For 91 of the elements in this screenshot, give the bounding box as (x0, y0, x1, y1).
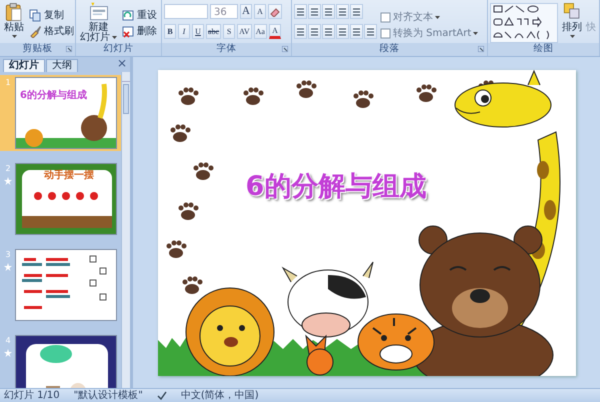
list-icon (296, 6, 305, 16)
ribbon-button[interactable]: 排列 (560, 2, 584, 43)
paw-print-icon (296, 80, 316, 98)
align-icon (338, 26, 347, 36)
launcher-icon[interactable] (282, 46, 288, 52)
reset-icon (122, 9, 135, 22)
slide-icon (88, 2, 108, 22)
list-icon (338, 6, 347, 16)
group-label: 字体 (216, 42, 236, 56)
paw-print-icon (166, 240, 186, 258)
format-button[interactable]: B (164, 24, 176, 39)
clipboard-icon (4, 2, 24, 22)
brush-icon (29, 25, 42, 38)
paragraph-button[interactable] (294, 4, 307, 19)
list-icon (324, 6, 333, 16)
slide-thumbnail[interactable]: 动手摆一摆 (15, 163, 117, 235)
align-icon (352, 26, 361, 36)
slide-number: 1 (5, 77, 11, 89)
caret-icon (473, 32, 478, 35)
group-label: 幻灯片 (104, 42, 134, 56)
check-icon (156, 391, 167, 400)
scrollbar[interactable] (121, 72, 130, 388)
ribbon-button[interactable]: 格式刷 (28, 24, 75, 39)
align-icon (324, 26, 333, 36)
ribbon-button[interactable]: 重设 (121, 8, 158, 23)
list-icon (352, 6, 361, 16)
paw-print-icon (416, 84, 436, 102)
caret-icon (435, 16, 440, 19)
fox-drawing (304, 334, 333, 375)
paragraph-button[interactable] (336, 24, 349, 39)
paragraph-button[interactable] (308, 4, 321, 19)
paw-print-icon (170, 124, 190, 142)
text-box-icon (380, 28, 391, 39)
thumbnail-title: 动手摆一摆 (44, 170, 94, 181)
font-size-button[interactable]: A (254, 4, 266, 19)
paw-print-icon (178, 202, 198, 220)
thumbnail-title: 6的分解与组成 (20, 90, 87, 101)
format-button[interactable]: U (192, 24, 204, 39)
pane-tab[interactable]: 幻灯片 (3, 59, 45, 72)
group-label: 段落 (380, 42, 400, 56)
paw-print-icon (353, 90, 373, 108)
slide-number: 3 (5, 249, 11, 261)
format-button[interactable]: AV (237, 24, 252, 39)
paragraph-button[interactable] (350, 24, 363, 39)
shapes-gallery[interactable] (490, 3, 558, 43)
slide-number: 2 (5, 163, 11, 175)
list-icon (310, 6, 319, 16)
format-button[interactable]: S (223, 24, 236, 39)
launcher-icon[interactable] (478, 46, 484, 52)
group-label: 绘图 (534, 42, 554, 56)
format-button[interactable]: A (268, 24, 281, 39)
ribbon-button[interactable]: 粘贴 (2, 2, 26, 43)
slide-counter: 幻灯片 1/10 (4, 388, 60, 402)
paw-print-icon (243, 87, 263, 104)
format-button[interactable]: I (178, 24, 190, 39)
paragraph-button[interactable] (322, 4, 335, 19)
delete-icon (122, 25, 135, 38)
close-button[interactable]: × (116, 57, 127, 70)
slide-title: 6的分解与组成 (246, 170, 426, 204)
eraser-icon (270, 6, 280, 16)
clear-format-button[interactable] (268, 4, 282, 19)
paw-print-icon (178, 87, 198, 104)
theme-name: "默认设计模板" (74, 388, 143, 402)
align-icon (296, 26, 305, 36)
group-label: 剪贴板 (22, 42, 52, 56)
pane-tab[interactable]: 大纲 (46, 59, 78, 72)
font-name-field[interactable] (164, 4, 208, 19)
slide-thumbnail[interactable]: 6的分解与组成 (15, 77, 117, 149)
align-icon (366, 26, 375, 36)
ribbon-button[interactable]: 复制 (28, 8, 75, 23)
align-icon (310, 26, 319, 36)
ribbon-label: 快 (586, 20, 596, 35)
format-button[interactable]: abc (206, 24, 222, 39)
paragraph-button[interactable] (308, 24, 321, 39)
paw-print-icon (193, 162, 213, 180)
ribbon-button[interactable]: 对齐文本 (379, 10, 480, 25)
format-button[interactable]: Aa (254, 24, 267, 39)
font-size-button[interactable]: A (240, 4, 252, 19)
paragraph-button[interactable] (364, 24, 377, 39)
text-box-icon (380, 12, 391, 23)
paragraph-button[interactable] (294, 24, 307, 39)
ribbon-button[interactable]: 删除 (121, 24, 158, 39)
paw-print-icon (182, 276, 202, 294)
slide-number: 4 (5, 335, 11, 347)
launcher-icon[interactable] (66, 46, 72, 52)
paragraph-button[interactable] (336, 4, 349, 19)
ribbon-button[interactable]: 新建 幻灯片 (78, 2, 119, 43)
paragraph-button[interactable] (350, 4, 363, 19)
paragraph-button[interactable] (322, 24, 335, 39)
language-label: 中文(简体，中国) (180, 388, 259, 402)
copy-icon (29, 9, 42, 22)
